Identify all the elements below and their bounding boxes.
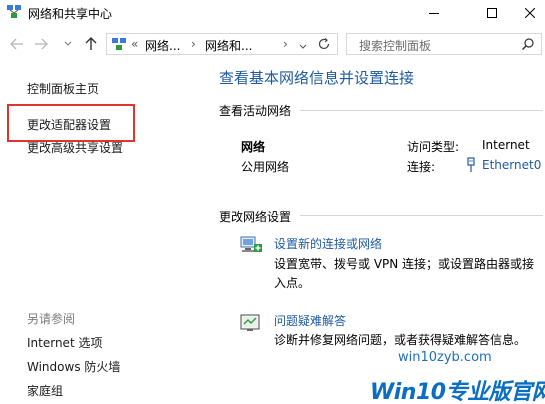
network-center-icon (6, 4, 22, 20)
change-advanced-sharing-link[interactable]: 更改高级共享设置 (27, 139, 123, 156)
search-icon[interactable] (521, 37, 535, 54)
see-also-heading: 另请参阅 (27, 312, 76, 326)
access-type-label: 访问类型: (407, 140, 460, 154)
recent-dropdown-icon[interactable] (62, 34, 74, 54)
troubleshoot-description: 诊断并修复网络问题，或者获得疑难解答信息。 (274, 333, 527, 347)
search-box[interactable]: 搜索控制面板 (346, 33, 542, 55)
control-panel-home-link[interactable]: 控制面板主页 (27, 80, 99, 97)
breadcrumb-separator[interactable]: › (191, 37, 196, 51)
section-divider (300, 215, 543, 216)
search-input[interactable]: 搜索控制面板 (359, 37, 431, 54)
up-arrow-icon[interactable] (82, 34, 100, 54)
breadcrumb-network[interactable]: 网络... (145, 37, 180, 54)
watermark-brand: Win10专业版官网 (370, 380, 545, 404)
watermark-site: win10zyb.com (398, 350, 492, 365)
address-bar[interactable]: « 网络... › 网络和... › (106, 33, 338, 55)
breadcrumb-overflow[interactable]: « (131, 37, 138, 51)
back-arrow-icon[interactable] (8, 34, 26, 54)
window-title: 网络和共享中心 (28, 7, 113, 21)
navigation-bar: « 网络... › 网络和... › 搜索控制面板 (0, 28, 545, 60)
forward-arrow-icon[interactable] (32, 34, 50, 54)
active-networks-label: 查看活动网络 (219, 104, 292, 118)
minimize-button[interactable] (411, 0, 456, 26)
troubleshoot-icon (239, 312, 263, 337)
breadcrumb-separator[interactable]: › (283, 37, 288, 51)
ethernet-icon (466, 157, 476, 176)
new-connection-icon (239, 234, 263, 259)
network-name: 网络 (241, 140, 266, 154)
internet-options-link[interactable]: Internet 选项 (27, 334, 102, 351)
windows-firewall-link[interactable]: Windows 防火墙 (27, 358, 120, 375)
maximize-button[interactable] (469, 0, 514, 26)
refresh-icon[interactable] (317, 37, 331, 54)
control-panel-icon (111, 37, 127, 54)
ethernet-connection-link[interactable]: Ethernet0 (482, 158, 541, 172)
connections-label: 连接: (407, 160, 436, 174)
breadcrumb-network-sharing[interactable]: 网络和... (205, 37, 252, 54)
change-adapter-settings-link[interactable]: 更改适配器设置 (27, 116, 111, 133)
access-type-value: Internet (482, 138, 530, 152)
section-divider (300, 110, 543, 111)
address-dropdown-icon[interactable] (299, 39, 307, 53)
network-type[interactable]: 公用网络 (241, 158, 289, 175)
change-network-settings-label: 更改网络设置 (219, 210, 292, 224)
setup-new-connection-link[interactable]: 设置新的连接或网络 (274, 235, 382, 252)
page-title: 查看基本网络信息并设置连接 (219, 69, 415, 87)
homegroup-link[interactable]: 家庭组 (27, 382, 63, 399)
setup-connection-description: 设置宽带、拨号或 VPN 连接；或设置路由器或接入点。 (274, 257, 535, 290)
troubleshoot-problems-link[interactable]: 问题疑难解答 (274, 312, 346, 329)
close-button[interactable] (514, 0, 545, 26)
title-bar: 网络和共享中心 (0, 0, 545, 26)
